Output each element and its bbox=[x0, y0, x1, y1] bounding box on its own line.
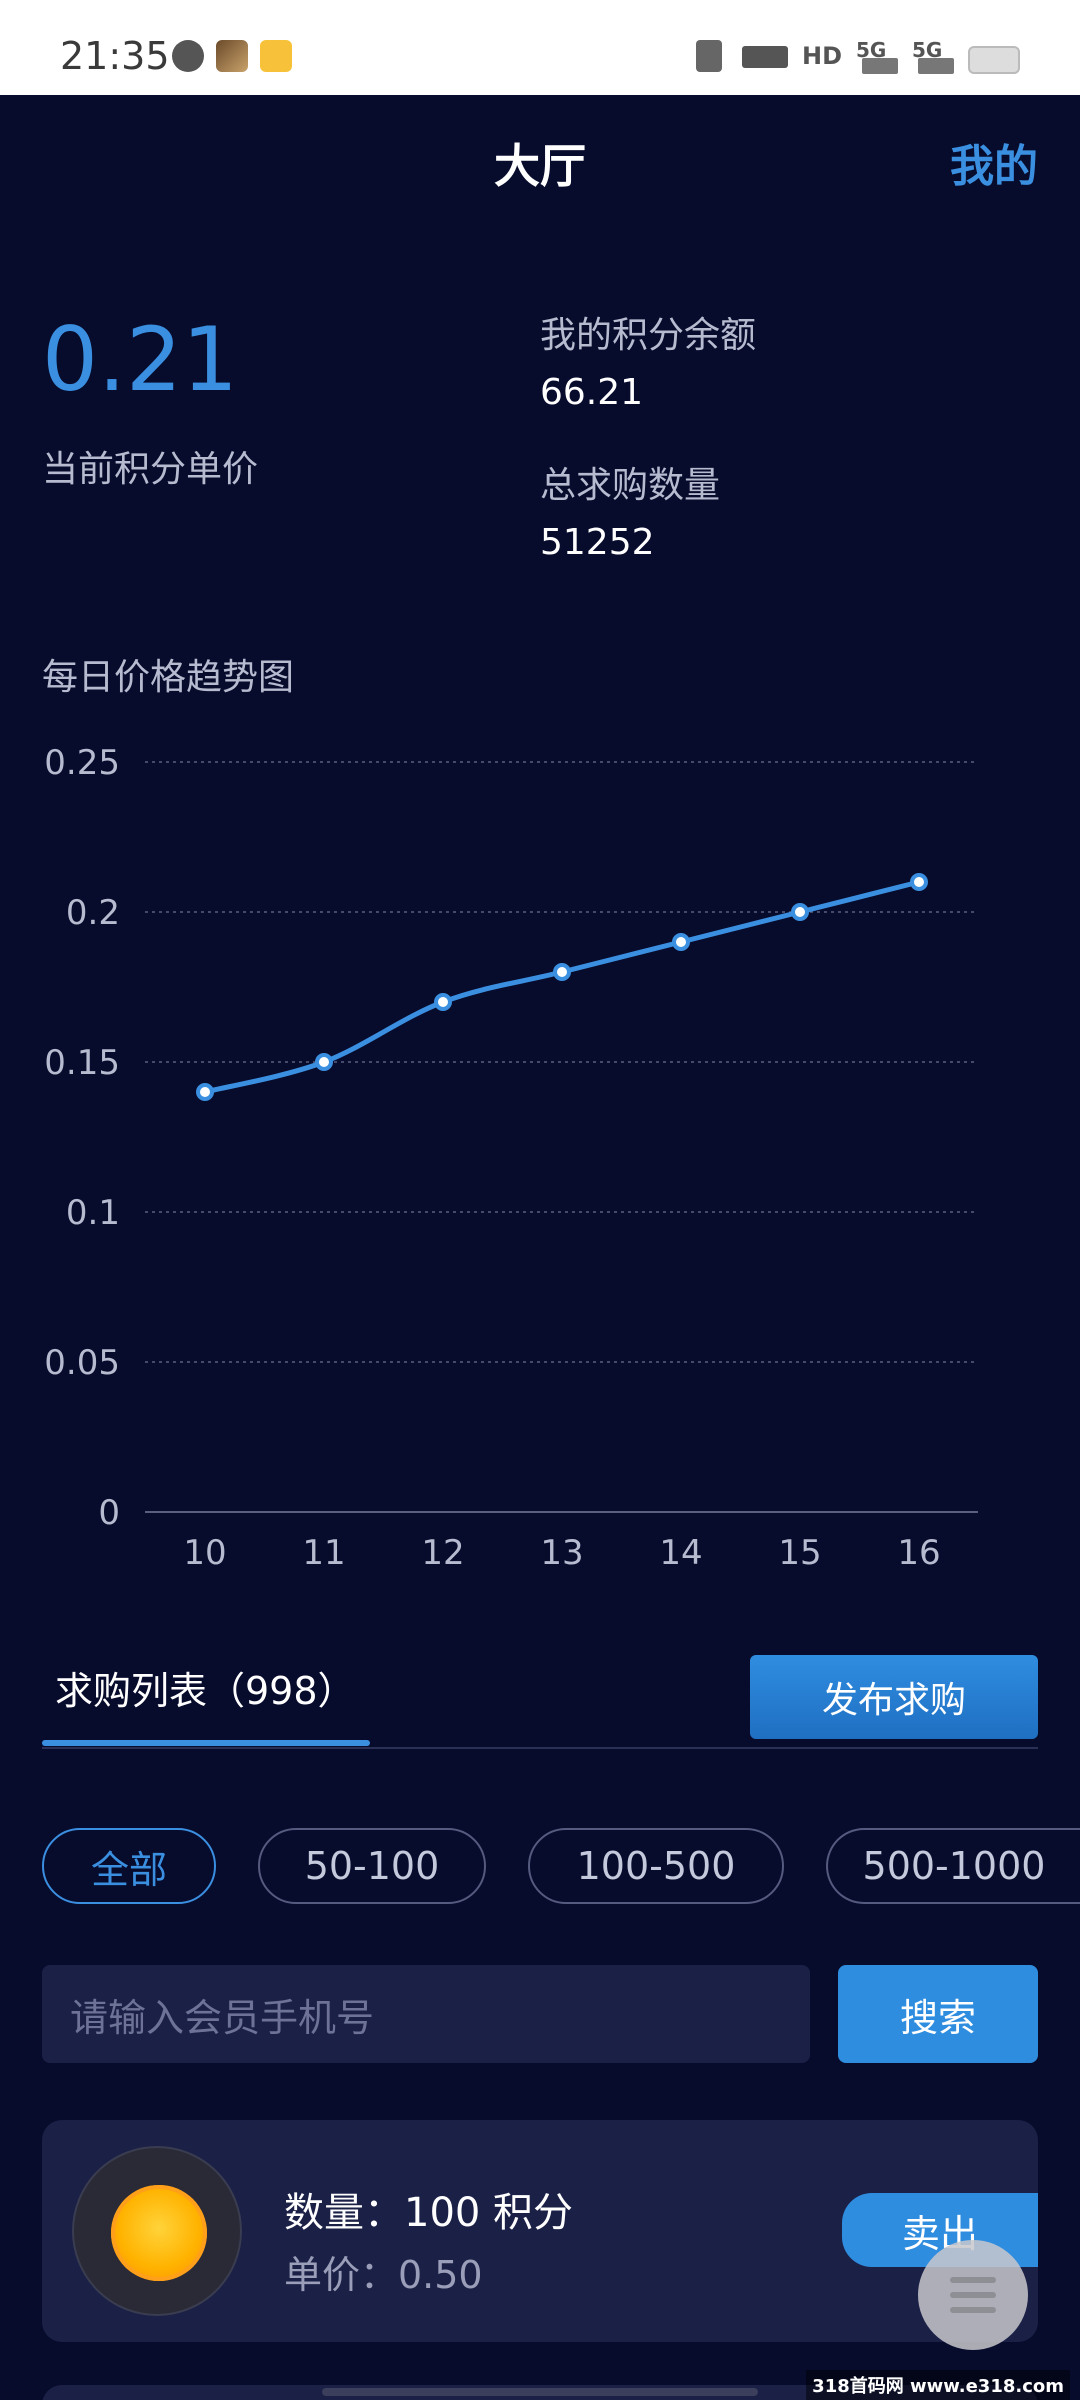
menu-line-icon bbox=[950, 2292, 996, 2298]
current-price-label: 当前积分单价 bbox=[42, 449, 259, 490]
mine-link[interactable]: 我的 bbox=[950, 130, 1038, 194]
balance-label: 我的积分余额 bbox=[540, 315, 757, 356]
data-point bbox=[315, 1053, 333, 1071]
status-time: 21:35 bbox=[60, 34, 170, 78]
nfc-icon bbox=[742, 46, 788, 68]
filter-50-100[interactable]: 50-100 bbox=[258, 1828, 486, 1904]
member-phone-search-input[interactable]: 请输入会员手机号 bbox=[42, 1965, 810, 2063]
data-point bbox=[791, 903, 809, 921]
series-line bbox=[202, 879, 922, 1095]
app-notification-icon bbox=[216, 40, 248, 72]
y-tick-label: 0.2 bbox=[66, 893, 120, 933]
y-tick-label: 0.15 bbox=[44, 1043, 120, 1083]
x-tick-label: 13 bbox=[540, 1533, 583, 1573]
data-point bbox=[434, 993, 452, 1011]
current-price-value: 0.21 bbox=[42, 308, 238, 411]
home-indicator[interactable] bbox=[322, 2388, 758, 2396]
avatar bbox=[72, 2146, 242, 2316]
data-point bbox=[910, 873, 928, 891]
watermark: 318首码网 www.e318.com bbox=[806, 2370, 1070, 2400]
filter-all[interactable]: 全部 bbox=[42, 1828, 216, 1904]
battery-icon bbox=[968, 46, 1020, 74]
publish-request-button[interactable]: 发布求购 bbox=[750, 1655, 1038, 1739]
y-tick-label: 0.25 bbox=[44, 743, 120, 783]
x-tick-label: 11 bbox=[302, 1533, 345, 1573]
card-unit-price: 单价：0.50 bbox=[284, 2253, 483, 2297]
signal-icon-2 bbox=[918, 58, 954, 74]
x-tick-label: 16 bbox=[897, 1533, 940, 1573]
price-trend-chart: 0 0.05 0.1 0.15 0.2 0.25 10 11 12 13 14 15 16 bbox=[44, 743, 978, 1573]
data-point bbox=[196, 1083, 214, 1101]
search-button[interactable]: 搜索 bbox=[838, 1965, 1038, 2063]
tab-purchase-list[interactable]: 求购列表（998） bbox=[55, 1660, 356, 1715]
coin-icon bbox=[111, 2185, 207, 2281]
y-tick-label: 0 bbox=[98, 1493, 120, 1533]
y-tick-label: 0.05 bbox=[44, 1343, 120, 1383]
menu-line-icon bbox=[950, 2307, 996, 2313]
chart-title: 每日价格趋势图 bbox=[42, 657, 295, 698]
x-tick-label: 15 bbox=[778, 1533, 821, 1573]
x-tick-label: 12 bbox=[421, 1533, 464, 1573]
total-label: 总求购数量 bbox=[540, 465, 721, 506]
page-title: 大厅 bbox=[494, 139, 586, 193]
tab-underline bbox=[42, 1740, 370, 1746]
list-item: 数量：100 积分 单价：0.50 卖出 bbox=[42, 2120, 1038, 2342]
card-quantity: 数量：100 积分 bbox=[284, 2190, 574, 2236]
floating-menu-button[interactable] bbox=[918, 2240, 1028, 2350]
y-tick-label: 0.1 bbox=[66, 1193, 120, 1233]
weibo-icon bbox=[260, 40, 292, 72]
status-bar: 21:35 HD 5G 5G bbox=[0, 0, 1080, 95]
total-value: 51252 bbox=[540, 522, 655, 563]
filter-100-500[interactable]: 100-500 bbox=[528, 1828, 784, 1904]
x-tick-label: 10 bbox=[183, 1533, 226, 1573]
data-point bbox=[553, 963, 571, 981]
signal-icon-1 bbox=[862, 58, 898, 74]
menu-line-icon bbox=[950, 2277, 996, 2283]
x-tick-label: 14 bbox=[659, 1533, 702, 1573]
balance-value: 66.21 bbox=[540, 372, 644, 413]
vibrate-icon bbox=[696, 40, 722, 72]
hd-label: HD bbox=[802, 42, 843, 70]
filter-500-1000[interactable]: 500-1000 bbox=[826, 1828, 1080, 1904]
data-point bbox=[672, 933, 690, 951]
globe-icon bbox=[172, 40, 204, 72]
tab-divider bbox=[42, 1747, 1038, 1749]
